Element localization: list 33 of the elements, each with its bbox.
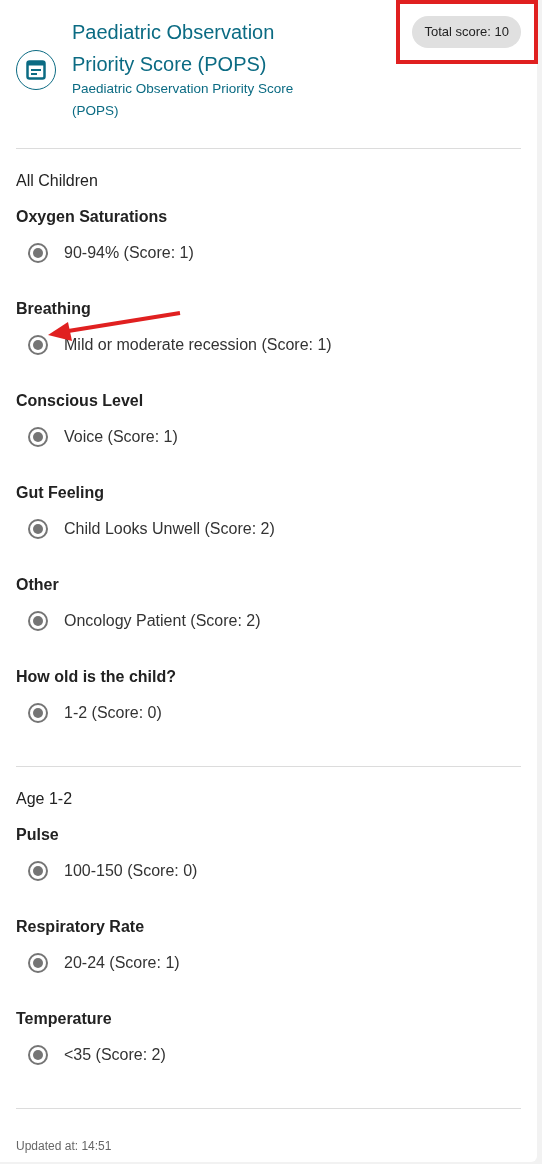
radio-button[interactable]	[28, 519, 48, 539]
radio-button[interactable]	[28, 861, 48, 881]
radio-button[interactable]	[28, 335, 48, 355]
option-label: 100-150 (Score: 0)	[64, 862, 198, 880]
option-label: Mild or moderate recession (Score: 1)	[64, 336, 332, 354]
updated-time: Updated at: 14:51	[16, 1139, 113, 1153]
option-label: 90-94% (Score: 1)	[64, 244, 194, 262]
option-label: Oncology Patient (Score: 2)	[64, 612, 261, 630]
radio-button[interactable]	[28, 243, 48, 263]
section-title: All Children	[16, 171, 99, 191]
radio-button[interactable]	[28, 427, 48, 447]
option-label: <35 (Score: 2)	[64, 1046, 166, 1064]
question-label: Oxygen Saturations	[16, 207, 169, 227]
radio-button[interactable]	[28, 703, 48, 723]
form-title: Paediatric Observation Priority Score (POPS)	[72, 20, 276, 77]
question-label: Temperature	[16, 1009, 113, 1029]
option-label: Voice (Score: 1)	[64, 428, 178, 446]
question-label: Respiratory Rate	[16, 917, 146, 937]
total-score-badge: Total score: 10	[412, 16, 521, 48]
question-label: Other	[16, 575, 60, 595]
question-label: Gut Feeling	[16, 483, 105, 503]
option-label: Child Looks Unwell (Score: 2)	[64, 520, 275, 538]
radio-button[interactable]	[28, 953, 48, 973]
question-label: How old is the child?	[16, 667, 177, 687]
question-label: Pulse	[16, 825, 60, 845]
option-label: 1-2 (Score: 0)	[64, 704, 162, 722]
form-subtitle: Paediatric Observation Priority Score (POPS)	[72, 80, 295, 120]
radio-button[interactable]	[28, 611, 48, 631]
question-label: Breathing	[16, 299, 92, 319]
radio-button[interactable]	[28, 1045, 48, 1065]
option-label: 20-24 (Score: 1)	[64, 954, 180, 972]
question-label: Conscious Level	[16, 391, 145, 411]
section-title: Age 1-2	[16, 789, 74, 809]
